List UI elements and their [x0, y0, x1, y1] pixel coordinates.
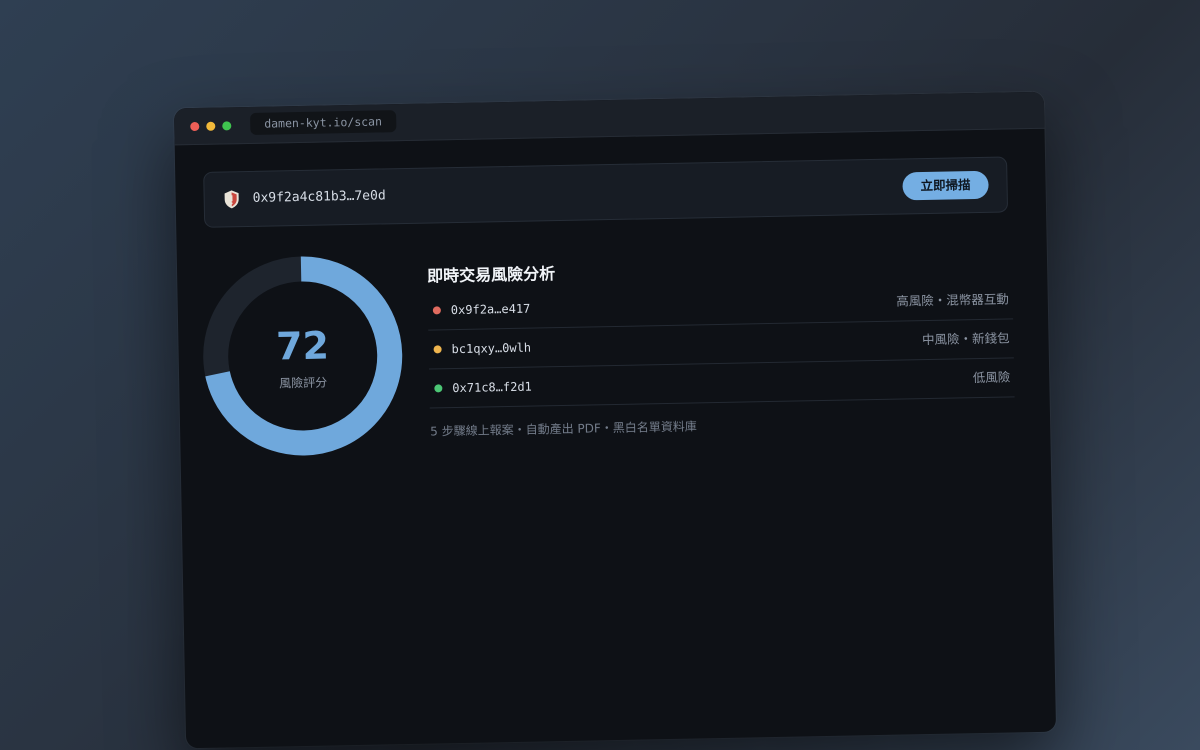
risk-dot-icon [433, 345, 442, 354]
risk-tag: 高風險・混幣器互動 [896, 291, 1009, 309]
address-input-value[interactable]: 0x9f2a4c81b3…7e0d [252, 169, 386, 226]
risk-dot-icon [434, 384, 443, 393]
title-bar: damen-kyt.io/scan [173, 91, 1045, 146]
risk-tag: 中風險・新錢包 [921, 330, 1010, 348]
transaction-address: 0x9f2a…e417 [450, 301, 531, 318]
risk-dot-icon [432, 306, 441, 315]
transaction-address: 0x71c8…f2d1 [452, 379, 532, 396]
risk-score-value: 72 [275, 323, 330, 369]
risk-tag: 低風險 [972, 369, 1011, 386]
scan-now-button[interactable]: 立即掃描 [902, 170, 989, 201]
url-bar[interactable]: damen-kyt.io/scan [250, 110, 397, 135]
browser-window: damen-kyt.io/scan 0x9f2a4c81b3…7e0d 立即掃描… [173, 91, 1057, 749]
feature-footnote: 5 步驟線上報案・自動產出 PDF・黑白名單資料庫 [430, 419, 697, 439]
address-search-bar[interactable]: 0x9f2a4c81b3…7e0d 立即掃描 [203, 156, 1009, 228]
maximize-window-button[interactable] [222, 121, 232, 131]
risk-score-gauge: 72 風險評分 [199, 252, 407, 460]
minimize-window-button[interactable] [206, 121, 216, 131]
transaction-address: bc1qxy…0wlh [451, 340, 532, 357]
shield-icon [224, 190, 239, 209]
risk-analysis-panel: 即時交易風險分析 0x9f2a…e417 高風險・混幣器互動 bc1qxy…0w… [427, 250, 1015, 439]
close-window-button[interactable] [190, 121, 200, 132]
